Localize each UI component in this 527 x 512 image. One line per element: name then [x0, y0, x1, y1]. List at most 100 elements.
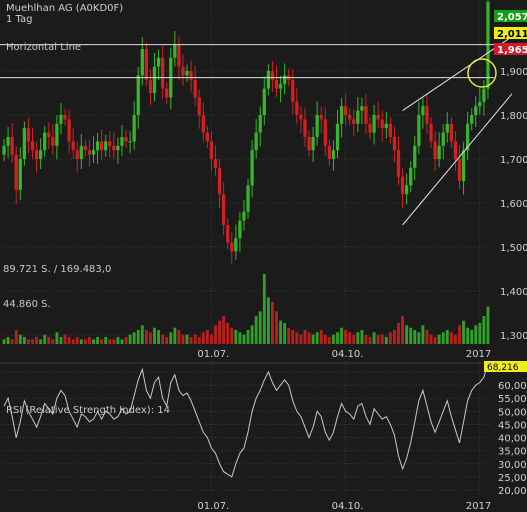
volume-bar — [409, 327, 413, 344]
svg-text:2,057: 2,057 — [497, 12, 527, 23]
candle-body — [55, 123, 59, 146]
volume-bar — [169, 332, 173, 344]
volume-label: 44.860 S. — [3, 299, 51, 310]
volume-bar — [140, 325, 144, 344]
candle-body — [140, 49, 144, 76]
volume-bar — [254, 316, 258, 344]
candle-body — [59, 115, 63, 124]
candle-body — [486, 1, 490, 89]
candle-body — [344, 106, 348, 115]
candle-body — [295, 101, 299, 115]
volume-bar — [234, 330, 238, 344]
volume-bar — [271, 302, 274, 344]
volume-bar — [108, 339, 112, 344]
volume-bar — [482, 316, 486, 344]
candle-body — [148, 79, 153, 93]
candle-body — [445, 123, 449, 133]
rsi-tick-label: 60,00 — [498, 381, 527, 392]
volume-bar — [161, 334, 165, 344]
candle-body — [437, 145, 441, 159]
volume-bar — [181, 334, 185, 344]
price-tick-label: 1,400 — [500, 287, 527, 298]
volume-bar — [79, 339, 83, 344]
candle-body — [356, 110, 360, 124]
volume-bar — [63, 334, 67, 344]
candle-body — [364, 106, 368, 124]
time-tick-label: 01.07. — [197, 349, 229, 360]
volume-bar — [336, 332, 339, 344]
candle-body — [30, 141, 35, 151]
volume-bar — [230, 327, 234, 344]
volume-bar — [458, 325, 461, 344]
candle-body — [323, 119, 327, 146]
volume-bar — [466, 327, 470, 344]
candle-body — [319, 115, 323, 120]
candle-body — [10, 137, 14, 155]
candle-body — [39, 150, 43, 159]
volume-bar — [388, 332, 392, 344]
candle-body — [474, 106, 478, 115]
price-tick-label: 1,900 — [500, 67, 527, 78]
chart-title: Muehlhan AG (A0KD0F) — [6, 3, 123, 14]
rsi-time-tick-label: 01.07. — [197, 501, 229, 512]
volume-bar — [266, 297, 270, 344]
candle-body — [201, 115, 205, 133]
volume-bar — [315, 332, 319, 344]
volume-bar — [226, 323, 230, 344]
price-tick-label: 1,700 — [500, 155, 527, 166]
volume-bar — [18, 334, 22, 344]
volume-bar — [380, 334, 384, 344]
rsi-tick-label: 35,00 — [498, 447, 527, 458]
volume-bar — [214, 325, 217, 344]
rsi-tick-label: 20,00 — [498, 486, 527, 497]
volume-bar — [348, 332, 352, 344]
candle-body — [136, 75, 140, 115]
candle-body — [197, 97, 201, 115]
volume-bar — [43, 334, 47, 344]
volume-bar — [238, 332, 242, 344]
rsi-tick-label: 50,00 — [498, 407, 527, 418]
candle-body — [311, 137, 315, 151]
volume-bar — [344, 330, 348, 344]
candle-body — [421, 106, 425, 115]
candle-body — [205, 132, 209, 142]
rsi-tick-label: 45,00 — [498, 420, 527, 431]
volume-bar — [47, 337, 51, 344]
candle-body — [226, 225, 230, 243]
volume-bar — [153, 327, 156, 344]
candle-body — [409, 167, 413, 186]
rsi-tick-label: 30,00 — [498, 460, 527, 471]
candle-body — [461, 150, 466, 181]
price-badge-high: 2,057 — [494, 10, 527, 23]
candle-body — [95, 141, 100, 151]
candle-body — [242, 211, 246, 221]
volume-bar — [112, 339, 116, 344]
candle-body — [230, 242, 234, 252]
volume-bar — [177, 330, 181, 344]
volume-bar — [104, 337, 108, 344]
candle-body — [331, 150, 336, 159]
volume-bar — [124, 337, 128, 344]
volume-bar — [92, 339, 95, 344]
volume-bar — [356, 332, 360, 344]
volume-bar — [165, 337, 169, 344]
volume-bar — [210, 334, 213, 344]
rsi-tick-label: 25,00 — [498, 473, 527, 484]
volume-bar — [287, 327, 291, 344]
candle-body — [283, 75, 287, 85]
volume-bar — [299, 334, 303, 344]
volume-bar — [31, 339, 34, 344]
candle-body — [425, 106, 429, 124]
volume-bar — [486, 306, 490, 344]
rsi-time-tick-label: 04.10. — [332, 501, 364, 512]
price-badge-low: 1,965 — [494, 43, 527, 56]
volume-bar — [474, 325, 478, 344]
candle-body — [100, 141, 104, 151]
candle-body — [152, 66, 157, 93]
volume-bar — [295, 332, 299, 344]
volume-bar — [189, 337, 193, 344]
candle-body — [222, 194, 226, 225]
volume-bar — [75, 337, 79, 344]
candle-body — [262, 88, 266, 115]
volume-bar — [2, 339, 6, 344]
